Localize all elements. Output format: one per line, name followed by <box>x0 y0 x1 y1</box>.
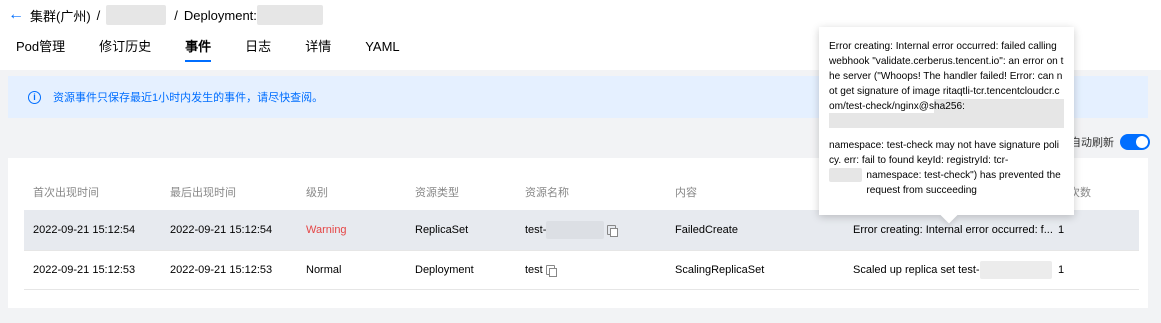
breadcrumb-cluster[interactable]: 集群(广州) <box>30 6 91 25</box>
table-row[interactable]: 2022-09-21 15:12:54 2022-09-21 15:12:54 … <box>24 210 1139 250</box>
breadcrumb-deployment-label: Deployment: <box>183 7 257 23</box>
tooltip-text-part3: namespace: test-check") has prevented th… <box>866 170 1061 196</box>
cell-resource-name: test- <box>525 210 619 250</box>
redacted-replicaset-name <box>979 261 1052 279</box>
header-content: 内容 <box>675 187 697 199</box>
cell-level-warning: Warning <box>306 224 347 236</box>
cell-content: ScalingReplicaSet <box>675 264 765 276</box>
header-resource-name: 资源名称 <box>525 187 569 199</box>
cell-last-time: 2022-09-21 15:12:54 <box>170 224 273 236</box>
header-resource-type: 资源类型 <box>415 187 459 199</box>
header-first-time: 首次出现时间 <box>33 187 99 199</box>
cell-content: FailedCreate <box>675 224 738 236</box>
tab-events[interactable]: 事件 <box>185 38 212 62</box>
tab-logs[interactable]: 日志 <box>245 38 271 62</box>
redacted-cluster-id <box>106 5 167 25</box>
resource-name-text: test <box>525 264 543 276</box>
tab-bar: Pod管理 修订历史 事件 日志 详情 YAML <box>16 38 434 62</box>
redacted-registry-id <box>829 168 863 182</box>
description-text: Scaled up replica set test- <box>853 264 980 276</box>
cell-count: 1 <box>1058 264 1065 276</box>
breadcrumb-separator: / <box>174 7 178 23</box>
arrow-left-icon[interactable]: ← <box>8 6 30 24</box>
copy-icon[interactable] <box>607 225 619 237</box>
redacted-deployment-name <box>256 5 323 25</box>
description-tooltip: Error creating: Internal error occurred:… <box>819 27 1074 215</box>
cell-resource-type: Deployment <box>415 264 474 276</box>
tooltip-line-3: namespace: test-check") has prevented th… <box>829 168 1064 198</box>
cell-first-time: 2022-09-21 15:12:54 <box>33 224 136 236</box>
header-last-time: 最后出现时间 <box>170 187 236 199</box>
auto-refresh-label: 自动刷新 <box>1070 137 1114 149</box>
tab-pod-management[interactable]: Pod管理 <box>16 38 65 62</box>
breadcrumb: ← 集群(广州) / / Deployment: <box>8 5 323 25</box>
tooltip-text-part2: namespace: test-check may not have signa… <box>829 140 1060 166</box>
header-level: 级别 <box>306 187 328 199</box>
tab-yaml[interactable]: YAML <box>365 38 399 62</box>
redacted-resource-name <box>546 221 605 239</box>
breadcrumb-separator: / <box>96 7 101 23</box>
cell-level-normal: Normal <box>306 264 342 276</box>
table-row[interactable]: 2022-09-21 15:12:53 2022-09-21 15:12:53 … <box>24 250 1139 290</box>
tab-revision-history[interactable]: 修订历史 <box>99 38 151 62</box>
cell-count: 1 <box>1058 224 1065 236</box>
tab-details[interactable]: 详情 <box>305 38 331 62</box>
redacted-sha-cont <box>829 113 1064 128</box>
cell-first-time: 2022-09-21 15:12:53 <box>33 264 136 276</box>
cell-resource-name: test <box>525 251 557 289</box>
info-circle-icon: i <box>28 90 41 104</box>
auto-refresh-toggle[interactable] <box>1120 134 1150 150</box>
auto-refresh: 自动刷新 <box>1070 134 1150 150</box>
cell-last-time: 2022-09-21 15:12:53 <box>170 264 273 276</box>
cell-description[interactable]: Scaled up replica set test- <box>853 251 1052 289</box>
copy-icon[interactable] <box>545 265 557 277</box>
cell-resource-type: ReplicaSet <box>415 224 469 236</box>
resource-name-text: test- <box>525 224 547 236</box>
notice-text: 资源事件只保存最近1小时内发生的事件，请尽快查阅。 <box>53 92 324 104</box>
